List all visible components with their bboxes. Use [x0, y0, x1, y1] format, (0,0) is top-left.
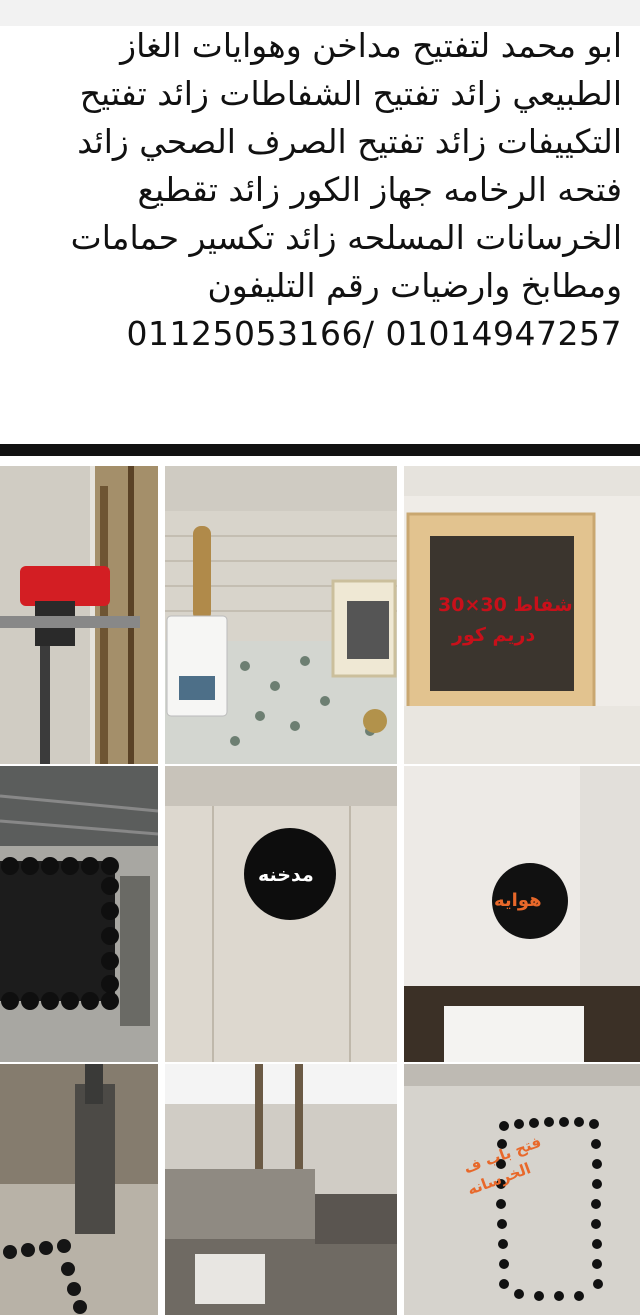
post-line-1: ابو محمد لتفتيح مداخن وهوايات الغاز: [120, 26, 622, 65]
post-line-4: فتحه الرخامه جهاز الكور زائد تقطيع: [137, 170, 622, 209]
photo-water-heater-wall: [165, 466, 397, 764]
photo-floor-coring: [0, 1064, 158, 1315]
core-bit-holes-illustration: [0, 766, 158, 1062]
post-line-3: التكييفات زائد تفتيح الصرف الصحي زائد: [77, 122, 622, 161]
phone-numbers: 01125053166/ 01014947257: [126, 314, 622, 353]
post-line-6: ومطابخ وارضيات رقم التليفون: [207, 266, 622, 305]
photo-air-vent-hole: هوايه: [404, 766, 640, 1062]
air-vent-label: هوايه: [494, 890, 542, 911]
brand-label: دريم كور: [452, 624, 536, 646]
chimney-label: مدخنه: [258, 864, 314, 886]
door-opening-illustration: [404, 1064, 640, 1315]
post-line-5: الخرسانات المسلحه زائد تكسير حمامات: [70, 218, 622, 257]
photo-core-bit-holes: [0, 766, 158, 1062]
post-text: ابو محمد لتفتيح مداخن وهوايات الغاز الطب…: [18, 22, 622, 358]
water-heater-illustration: [165, 466, 397, 764]
photo-concrete-slab-cut: [165, 1064, 397, 1315]
core-drill-illustration: [0, 466, 158, 764]
photo-collage[interactable]: شفاط 30×30 دريم كور مدخنه هوايه فتح باب …: [0, 458, 640, 1315]
divider: [0, 444, 640, 456]
vent-size-label: شفاط 30×30: [438, 594, 573, 616]
chimney-hole-illustration: [165, 766, 397, 1062]
photo-vent-opening: شفاط 30×30 دريم كور: [404, 466, 640, 764]
photo-door-opening: فتح باب ف الخرسانه: [404, 1064, 640, 1315]
photo-core-drill: [0, 466, 158, 764]
photo-chimney-hole: مدخنه: [165, 766, 397, 1062]
post-line-2: الطبيعي زائد تفتيح الشفاطات زائد تفتيح: [79, 74, 622, 113]
concrete-slab-illustration: [165, 1064, 397, 1315]
air-vent-hole-illustration: [404, 766, 640, 1062]
floor-coring-illustration: [0, 1064, 158, 1315]
